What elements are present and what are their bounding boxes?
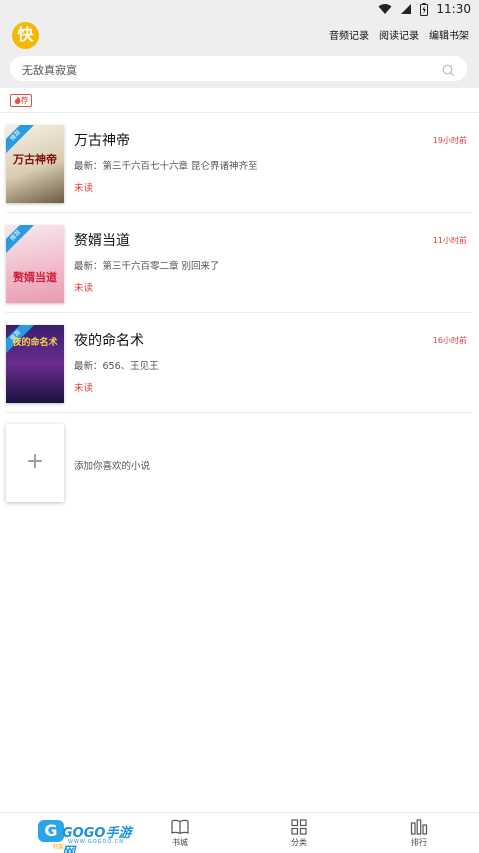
tab-category[interactable]: 分类 — [269, 819, 329, 848]
cover-title: 夜的命名术 — [12, 338, 58, 348]
audio-history-button[interactable]: 音频记录 — [329, 27, 369, 42]
read-status: 未读 — [74, 283, 94, 294]
cover-tag: 推荐 — [6, 225, 38, 258]
book-item[interactable]: 推荐 万古神帝 万古神帝 19小时前 最新：第三千六百七十六章 昆仑界诸神齐至 … — [0, 113, 479, 213]
search-icon[interactable] — [442, 62, 455, 81]
search-input[interactable]: 无敌真寂寞 — [10, 56, 467, 81]
update-time: 19小时前 — [432, 136, 467, 145]
update-time: 16小时前 — [432, 336, 467, 345]
book-title: 赘婿当道 — [74, 233, 130, 249]
header-actions: 音频记录 阅读记录 编辑书架 — [329, 27, 469, 42]
tab-label: 排行 — [411, 838, 427, 847]
reading-history-button[interactable]: 阅读记录 — [379, 27, 419, 42]
search-area: 无敌真寂寞 — [0, 52, 479, 88]
book-cover[interactable]: 推荐 万古神帝 — [6, 125, 64, 203]
ranking-icon — [410, 819, 428, 835]
recommend-label: 荐 — [20, 96, 29, 105]
tab-bookshelf[interactable]: 书架 — [52, 842, 64, 851]
book-title: 万古神帝 — [74, 133, 130, 149]
bottom-tab-bar: G GOGO手游网 WWW.GOGOO.CN 书架 书城 分类 排行 — [0, 812, 479, 853]
tab-label: 分类 — [291, 838, 307, 847]
cover-title: 赘婿当道 — [13, 271, 57, 284]
status-time: 11:30 — [436, 2, 471, 16]
search-placeholder: 无敌真寂寞 — [22, 64, 77, 77]
book-icon — [171, 819, 189, 835]
grid-icon — [291, 819, 307, 835]
book-title: 夜的命名术 — [74, 333, 144, 349]
latest-chapter: 最新：656、王见王 — [74, 361, 159, 372]
wifi-icon — [378, 3, 392, 15]
app-header: 快 音频记录 阅读记录 编辑书架 — [0, 20, 479, 52]
cover-title: 万古神帝 — [13, 153, 57, 166]
watermark-text: GOGO手游网 — [62, 826, 132, 853]
edit-bookshelf-button[interactable]: 编辑书架 — [429, 27, 469, 42]
watermark-logo: G GOGO手游网 WWW.GOGOO.CN 书架 — [38, 820, 138, 853]
read-status: 未读 — [74, 183, 94, 194]
add-book-button[interactable]: + — [6, 424, 64, 502]
divider — [6, 412, 473, 413]
book-item[interactable]: 推荐 赘婿当道 赘婿当道 11小时前 最新：第三千六百零二章 别回来了 未读 — [0, 213, 479, 313]
flame-icon — [14, 96, 20, 104]
app-logo[interactable]: 快 — [12, 22, 39, 49]
book-cover[interactable]: 推荐 赘婿当道 — [6, 225, 64, 303]
tab-label: 书城 — [172, 838, 188, 847]
add-book-label[interactable]: 添加你喜欢的小说 — [74, 458, 150, 472]
latest-chapter: 最新：第三千六百七十六章 昆仑界诸神齐至 — [74, 161, 258, 172]
signal-icon — [400, 3, 412, 15]
latest-chapter: 最新：第三千六百零二章 别回来了 — [74, 261, 220, 272]
update-time: 11小时前 — [432, 236, 467, 245]
tab-bookstore[interactable]: 书城 — [150, 819, 210, 848]
watermark-url: WWW.GOGOO.CN — [68, 839, 125, 845]
book-cover[interactable]: 推荐 夜的命名术 — [6, 325, 64, 403]
read-status: 未读 — [74, 383, 94, 394]
status-bar: 11:30 — [0, 0, 479, 20]
battery-icon — [420, 2, 429, 16]
watermark-g-icon: G — [38, 820, 64, 842]
recommend-badge[interactable]: 荐 — [10, 94, 32, 107]
tab-ranking[interactable]: 排行 — [389, 819, 449, 848]
book-item[interactable]: 推荐 夜的命名术 夜的命名术 16小时前 最新：656、王见王 未读 — [0, 313, 479, 413]
